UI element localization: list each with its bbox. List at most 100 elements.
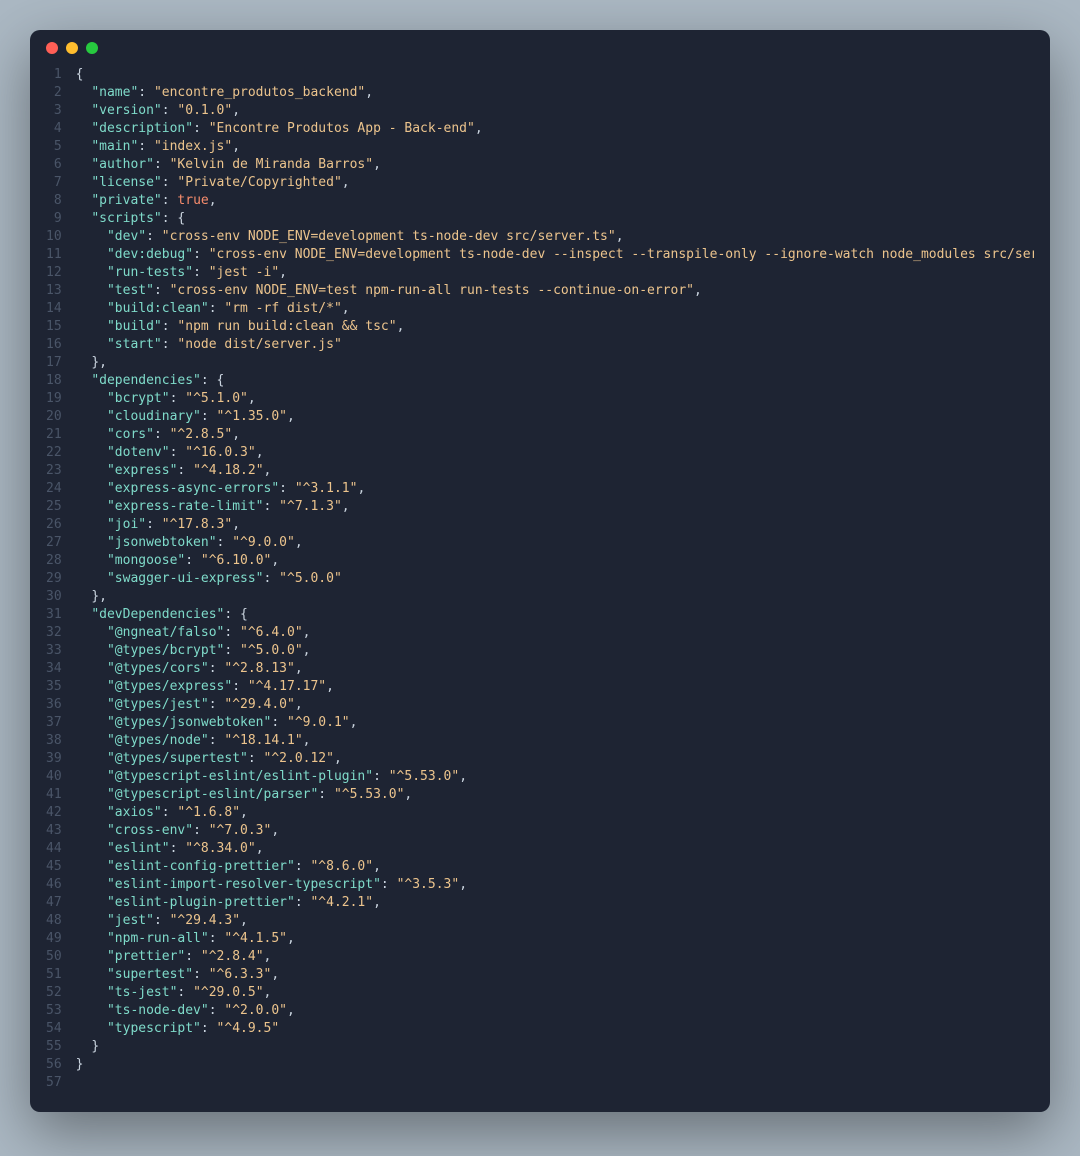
line-number: 22 bbox=[46, 444, 62, 462]
line-number: 53 bbox=[46, 1002, 62, 1020]
line-number: 46 bbox=[46, 876, 62, 894]
code-line: "author": "Kelvin de Miranda Barros", bbox=[76, 156, 1034, 174]
line-number: 27 bbox=[46, 534, 62, 552]
code-area: 1234567891011121314151617181920212223242… bbox=[30, 66, 1050, 1092]
code-line: "ts-node-dev": "^2.0.0", bbox=[76, 1002, 1034, 1020]
line-number: 29 bbox=[46, 570, 62, 588]
code-line: "name": "encontre_produtos_backend", bbox=[76, 84, 1034, 102]
line-number: 49 bbox=[46, 930, 62, 948]
code-line: "swagger-ui-express": "^5.0.0" bbox=[76, 570, 1034, 588]
code-line: "@types/supertest": "^2.0.12", bbox=[76, 750, 1034, 768]
line-number: 51 bbox=[46, 966, 62, 984]
line-number: 35 bbox=[46, 678, 62, 696]
code-line: "eslint-plugin-prettier": "^4.2.1", bbox=[76, 894, 1034, 912]
code-line: { bbox=[76, 66, 1034, 84]
line-number: 10 bbox=[46, 228, 62, 246]
code-line: "cross-env": "^7.0.3", bbox=[76, 822, 1034, 840]
code-line: "dev": "cross-env NODE_ENV=development t… bbox=[76, 228, 1034, 246]
code-line: "prettier": "^2.8.4", bbox=[76, 948, 1034, 966]
code-line: "mongoose": "^6.10.0", bbox=[76, 552, 1034, 570]
code-line: "express-async-errors": "^3.1.1", bbox=[76, 480, 1034, 498]
line-number: 16 bbox=[46, 336, 62, 354]
maximize-icon[interactable] bbox=[86, 42, 98, 54]
code-line: "eslint-import-resolver-typescript": "^3… bbox=[76, 876, 1034, 894]
line-number: 8 bbox=[46, 192, 62, 210]
line-number: 23 bbox=[46, 462, 62, 480]
code-line: "eslint": "^8.34.0", bbox=[76, 840, 1034, 858]
code-line: "@types/jsonwebtoken": "^9.0.1", bbox=[76, 714, 1034, 732]
line-number: 32 bbox=[46, 624, 62, 642]
close-icon[interactable] bbox=[46, 42, 58, 54]
line-number: 37 bbox=[46, 714, 62, 732]
code-line: "scripts": { bbox=[76, 210, 1034, 228]
code-line: "main": "index.js", bbox=[76, 138, 1034, 156]
code-line: "@types/cors": "^2.8.13", bbox=[76, 660, 1034, 678]
titlebar bbox=[30, 30, 1050, 66]
minimize-icon[interactable] bbox=[66, 42, 78, 54]
line-number: 13 bbox=[46, 282, 62, 300]
code-line: "@typescript-eslint/parser": "^5.53.0", bbox=[76, 786, 1034, 804]
code-line: "cors": "^2.8.5", bbox=[76, 426, 1034, 444]
line-number: 41 bbox=[46, 786, 62, 804]
code-line: "jest": "^29.4.3", bbox=[76, 912, 1034, 930]
line-number: 54 bbox=[46, 1020, 62, 1038]
line-number: 38 bbox=[46, 732, 62, 750]
code-line: "private": true, bbox=[76, 192, 1034, 210]
line-number: 33 bbox=[46, 642, 62, 660]
code-content[interactable]: { "name": "encontre_produtos_backend", "… bbox=[76, 66, 1034, 1092]
line-number: 50 bbox=[46, 948, 62, 966]
line-number: 6 bbox=[46, 156, 62, 174]
code-line: "supertest": "^6.3.3", bbox=[76, 966, 1034, 984]
line-number: 31 bbox=[46, 606, 62, 624]
code-line: "ts-jest": "^29.0.5", bbox=[76, 984, 1034, 1002]
code-line: "express": "^4.18.2", bbox=[76, 462, 1034, 480]
code-line: "axios": "^1.6.8", bbox=[76, 804, 1034, 822]
code-line: "eslint-config-prettier": "^8.6.0", bbox=[76, 858, 1034, 876]
code-line: "@types/node": "^18.14.1", bbox=[76, 732, 1034, 750]
line-number: 36 bbox=[46, 696, 62, 714]
code-line: } bbox=[76, 1056, 1034, 1074]
code-line: "joi": "^17.8.3", bbox=[76, 516, 1034, 534]
line-number: 39 bbox=[46, 750, 62, 768]
code-line: "dotenv": "^16.0.3", bbox=[76, 444, 1034, 462]
line-number: 11 bbox=[46, 246, 62, 264]
code-line: "run-tests": "jest -i", bbox=[76, 264, 1034, 282]
line-number: 19 bbox=[46, 390, 62, 408]
code-line: "@types/express": "^4.17.17", bbox=[76, 678, 1034, 696]
line-number: 5 bbox=[46, 138, 62, 156]
line-number-gutter: 1234567891011121314151617181920212223242… bbox=[46, 66, 76, 1092]
code-line: "build": "npm run build:clean && tsc", bbox=[76, 318, 1034, 336]
code-line: "@types/bcrypt": "^5.0.0", bbox=[76, 642, 1034, 660]
line-number: 47 bbox=[46, 894, 62, 912]
line-number: 3 bbox=[46, 102, 62, 120]
line-number: 55 bbox=[46, 1038, 62, 1056]
code-line: "bcrypt": "^5.1.0", bbox=[76, 390, 1034, 408]
line-number: 4 bbox=[46, 120, 62, 138]
code-line: "jsonwebtoken": "^9.0.0", bbox=[76, 534, 1034, 552]
code-line: "dev:debug": "cross-env NODE_ENV=develop… bbox=[76, 246, 1034, 264]
line-number: 57 bbox=[46, 1074, 62, 1092]
line-number: 7 bbox=[46, 174, 62, 192]
code-line: "version": "0.1.0", bbox=[76, 102, 1034, 120]
line-number: 14 bbox=[46, 300, 62, 318]
code-line: "@typescript-eslint/eslint-plugin": "^5.… bbox=[76, 768, 1034, 786]
editor-window: 1234567891011121314151617181920212223242… bbox=[30, 30, 1050, 1112]
line-number: 30 bbox=[46, 588, 62, 606]
line-number: 45 bbox=[46, 858, 62, 876]
code-line: } bbox=[76, 1038, 1034, 1056]
line-number: 48 bbox=[46, 912, 62, 930]
code-line: "build:clean": "rm -rf dist/*", bbox=[76, 300, 1034, 318]
line-number: 15 bbox=[46, 318, 62, 336]
code-line: "typescript": "^4.9.5" bbox=[76, 1020, 1034, 1038]
line-number: 25 bbox=[46, 498, 62, 516]
line-number: 9 bbox=[46, 210, 62, 228]
line-number: 21 bbox=[46, 426, 62, 444]
line-number: 43 bbox=[46, 822, 62, 840]
line-number: 1 bbox=[46, 66, 62, 84]
line-number: 34 bbox=[46, 660, 62, 678]
line-number: 52 bbox=[46, 984, 62, 1002]
code-line: "start": "node dist/server.js" bbox=[76, 336, 1034, 354]
code-line: }, bbox=[76, 588, 1034, 606]
line-number: 42 bbox=[46, 804, 62, 822]
code-line: "test": "cross-env NODE_ENV=test npm-run… bbox=[76, 282, 1034, 300]
